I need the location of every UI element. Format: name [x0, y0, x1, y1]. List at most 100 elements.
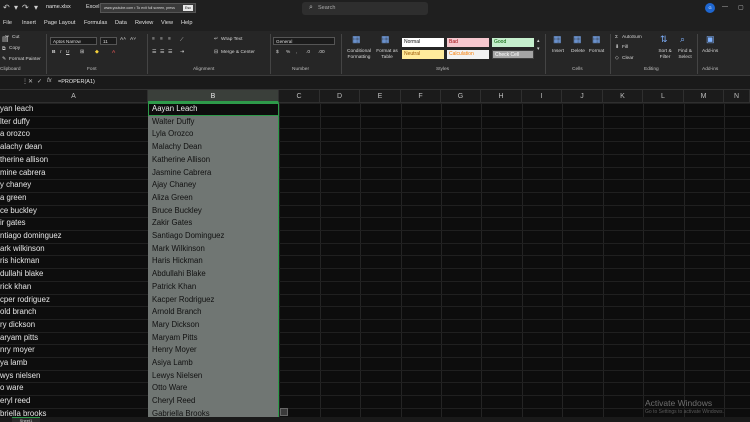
styles-scroll-up-icon[interactable]: ▴: [537, 39, 539, 44]
cell-a[interactable]: wys nielsen: [0, 370, 40, 383]
cell-b[interactable]: Ajay Chaney: [152, 179, 196, 192]
clear-button[interactable]: Clear: [622, 56, 633, 61]
column-header-a[interactable]: A: [0, 90, 148, 103]
cell-b[interactable]: Asiya Lamb: [152, 357, 193, 370]
column-header-c[interactable]: C: [279, 90, 320, 103]
cell-a[interactable]: ir gates: [0, 217, 26, 230]
underline-icon[interactable]: U: [66, 50, 69, 55]
format-as-table-button[interactable]: Format as Table: [375, 49, 399, 61]
cell-b[interactable]: Jasmine Cabrera: [152, 167, 211, 180]
cell-a[interactable]: ce buckley: [0, 205, 37, 218]
sheet-tab[interactable]: Sheet1: [12, 417, 40, 422]
cell-b[interactable]: Aliza Green: [152, 192, 193, 205]
style-bad[interactable]: Bad: [447, 38, 489, 47]
style-calculation[interactable]: Calculation: [447, 50, 489, 59]
cell-b[interactable]: Otto Ware: [152, 382, 187, 395]
cell-a[interactable]: ntiago dominguez: [0, 230, 62, 243]
autosum-button[interactable]: AutoSum: [622, 35, 642, 40]
redo-icon[interactable]: ↷: [22, 3, 29, 13]
undo-icon[interactable]: ↶: [3, 3, 10, 13]
column-header-e[interactable]: E: [360, 90, 401, 103]
decrease-font-icon[interactable]: A˅: [130, 37, 136, 42]
cell-a[interactable]: a green: [0, 192, 26, 205]
name-box[interactable]: [0, 78, 20, 88]
cell-a[interactable]: ris hickman: [0, 255, 39, 268]
bold-icon[interactable]: B: [52, 50, 55, 55]
cell-a[interactable]: old branch: [0, 306, 36, 319]
cell-a[interactable]: ya lamb: [0, 357, 27, 370]
cell-b[interactable]: Maryam Pitts: [152, 332, 198, 345]
currency-icon[interactable]: $: [276, 50, 279, 55]
indent-icon[interactable]: ⇥: [180, 50, 184, 55]
cell-b[interactable]: Haris Hickman: [152, 255, 203, 268]
comma-icon[interactable]: ,: [296, 50, 297, 55]
style-normal[interactable]: Normal: [402, 38, 444, 47]
column-header-l[interactable]: L: [643, 90, 684, 103]
cell-a[interactable]: yan leach: [0, 103, 33, 116]
minimize-icon[interactable]: —: [722, 4, 728, 10]
column-header-i[interactable]: I: [522, 90, 562, 103]
tab-review[interactable]: Review: [135, 20, 153, 26]
cell-b[interactable]: Kacper Rodriguez: [152, 294, 214, 307]
cell-b[interactable]: Aayan Leach: [152, 103, 198, 116]
cell-a[interactable]: y chaney: [0, 179, 31, 192]
cut-button[interactable]: Cut: [12, 35, 19, 40]
merge-center-button[interactable]: Merge & Center: [221, 50, 255, 55]
cancel-icon[interactable]: ✕: [28, 78, 33, 85]
cell-b[interactable]: Malachy Dean: [152, 141, 202, 154]
cell-b[interactable]: Walter Duffy: [152, 116, 194, 129]
cell-b[interactable]: Lewys Nielsen: [152, 370, 202, 383]
cell-a[interactable]: a orozco: [0, 128, 30, 141]
formula-input[interactable]: =PROPER(A1): [58, 79, 95, 85]
enter-icon[interactable]: ✓: [37, 78, 42, 85]
cell-b[interactable]: Abdullahi Blake: [152, 268, 206, 281]
tab-data[interactable]: Data: [115, 20, 127, 26]
cell-b[interactable]: Cheryl Reed: [152, 395, 195, 408]
customize-toolbar-icon[interactable]: ▾: [34, 3, 38, 13]
cell-b[interactable]: Arnold Branch: [152, 306, 201, 319]
quick-analysis-icon[interactable]: [280, 408, 288, 416]
style-good[interactable]: Good: [492, 38, 534, 47]
percent-icon[interactable]: %: [286, 50, 290, 55]
cell-a[interactable]: alachy dean: [0, 141, 42, 154]
align-right-icon[interactable]: ☰: [168, 50, 172, 55]
restore-icon[interactable]: ▢: [738, 4, 744, 11]
cell-b[interactable]: Bruce Buckley: [152, 205, 202, 218]
tab-insert[interactable]: Insert: [22, 20, 36, 26]
fill-color-icon[interactable]: ◆: [95, 50, 99, 55]
top-align-icon[interactable]: ≡: [152, 37, 155, 42]
font-color-icon[interactable]: A: [112, 50, 115, 55]
styles-scroll-down-icon[interactable]: ▾: [537, 47, 539, 52]
style-neutral[interactable]: Neutral: [402, 50, 444, 59]
cell-a[interactable]: dullahi blake: [0, 268, 43, 281]
insert-function-icon[interactable]: fx: [47, 78, 52, 84]
wrap-text-button[interactable]: Wrap Text: [221, 37, 242, 42]
font-size-select[interactable]: 11: [100, 37, 117, 45]
cell-a[interactable]: ry dickson: [0, 319, 35, 332]
column-header-g[interactable]: G: [441, 90, 481, 103]
italic-icon[interactable]: I: [60, 50, 61, 55]
cell-a[interactable]: cper rodriguez: [0, 294, 50, 307]
column-header-m[interactable]: M: [684, 90, 724, 103]
tab-view[interactable]: View: [161, 20, 173, 26]
fill-button[interactable]: Fill: [622, 45, 628, 50]
delete-button[interactable]: Delete: [571, 49, 585, 54]
copy-button[interactable]: Copy: [9, 46, 20, 51]
conditional-formatting-button[interactable]: Conditional Formatting: [344, 49, 374, 61]
column-header-h[interactable]: H: [481, 90, 522, 103]
cell-a[interactable]: aryam pitts: [0, 332, 38, 345]
column-header-k[interactable]: K: [603, 90, 643, 103]
format-painter-button[interactable]: Format Painter: [9, 57, 41, 62]
number-format-select[interactable]: General: [273, 37, 335, 45]
sort-filter-button[interactable]: Sort & Filter: [655, 49, 675, 61]
cell-b[interactable]: Zakir Gates: [152, 217, 192, 230]
cell-a[interactable]: o ware: [0, 382, 23, 395]
orientation-icon[interactable]: ⟋: [180, 37, 183, 43]
increase-font-icon[interactable]: A˄: [120, 37, 126, 42]
format-button[interactable]: Format: [589, 49, 604, 54]
cell-b[interactable]: Mary Dickson: [152, 319, 199, 332]
undo-dropdown-icon[interactable]: ▾: [14, 3, 18, 13]
add-ins-button[interactable]: Add-ins: [702, 49, 718, 54]
cell-b[interactable]: Lyla Orozco: [152, 128, 193, 141]
cell-b[interactable]: Henry Moyer: [152, 344, 197, 357]
